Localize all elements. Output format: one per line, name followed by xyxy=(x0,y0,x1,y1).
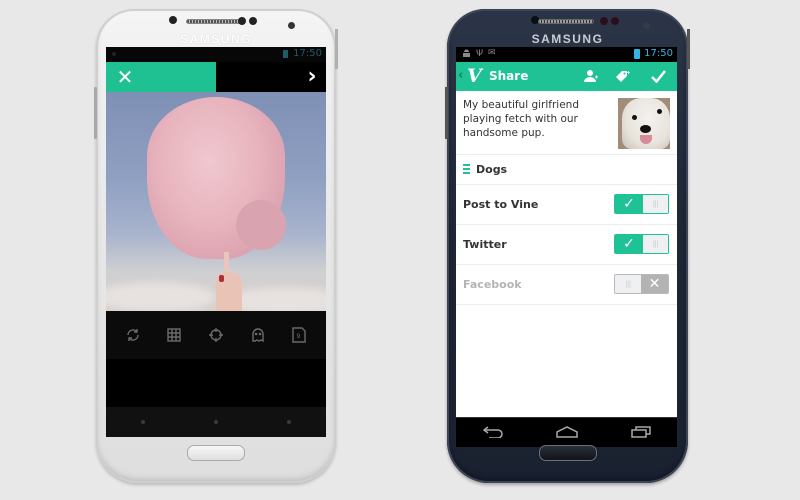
camera-screen: 17:50 ✕ › 9 xyxy=(106,47,326,437)
brand-logo: SAMSUNG xyxy=(180,32,252,46)
nav-bar xyxy=(456,417,677,447)
notification-dot xyxy=(112,52,116,56)
channel-selector[interactable]: Dogs xyxy=(456,155,677,185)
share-option-facebook: Facebook ||| ✕ xyxy=(456,265,677,305)
volume-button xyxy=(445,87,448,139)
option-label: Facebook xyxy=(463,278,522,291)
nav-dot-recent[interactable] xyxy=(287,420,292,424)
volume-button xyxy=(94,87,97,139)
caption-input[interactable]: My beautiful girlfriend playing fetch wi… xyxy=(463,98,603,140)
toggle-knob[interactable]: ||| xyxy=(643,235,668,253)
status-bar: 17:50 xyxy=(106,47,326,62)
nav-dot-home[interactable] xyxy=(213,420,218,424)
capture-bar: ✕ › xyxy=(106,62,326,92)
cloud xyxy=(106,282,216,311)
check-icon[interactable] xyxy=(649,67,667,85)
light-sensor xyxy=(238,17,246,25)
page-title: Share xyxy=(489,69,529,83)
camera-viewfinder[interactable] xyxy=(106,92,326,311)
nav-bar xyxy=(106,407,326,437)
android-debug-icon xyxy=(462,49,471,62)
light-sensor-2 xyxy=(249,17,257,25)
battery-icon xyxy=(283,50,288,58)
drafts-count: 9 xyxy=(297,333,301,340)
cotton-candy-puff xyxy=(236,200,286,250)
channel-icon xyxy=(463,164,470,176)
brand-logo: SAMSUNG xyxy=(531,32,604,46)
check-icon: ✓ xyxy=(615,195,643,213)
status-time: 17:50 xyxy=(644,48,673,59)
earpiece-speaker xyxy=(186,19,242,24)
dog-nose xyxy=(640,125,651,133)
toggle-knob[interactable]: ||| xyxy=(615,275,641,293)
dog-eye xyxy=(632,115,637,120)
back-icon[interactable] xyxy=(482,423,503,442)
dog-eye xyxy=(657,109,662,114)
earpiece-speaker xyxy=(537,19,594,24)
share-screen: Ψ ✉ 17:50 ‹ V Share My beautiful girlfri… xyxy=(456,47,677,447)
channel-label: Dogs xyxy=(476,163,508,176)
battery-icon xyxy=(634,49,640,59)
video-thumbnail xyxy=(618,98,670,149)
close-icon: ✕ xyxy=(641,275,668,293)
phone-white: SAMSUNG 17:50 ✕ › 9 xyxy=(94,9,338,483)
twitter-toggle[interactable]: ✓ ||| xyxy=(614,234,669,254)
option-label: Twitter xyxy=(463,238,507,251)
light-sensor-2 xyxy=(611,17,619,25)
back-arrow-icon[interactable]: ‹ xyxy=(458,68,463,83)
tag-icon[interactable] xyxy=(614,67,632,85)
post-to-vine-toggle[interactable]: ✓ ||| xyxy=(614,194,669,214)
fingernail xyxy=(219,275,224,282)
share-option-post-to-vine: Post to Vine ✓ ||| xyxy=(456,185,677,225)
close-icon[interactable]: ✕ xyxy=(115,67,135,87)
front-camera xyxy=(643,22,650,29)
phone-black: SAMSUNG Ψ ✉ 17:50 ‹ V Share My beautiful… xyxy=(445,9,690,483)
option-label: Post to Vine xyxy=(463,198,539,211)
focus-icon[interactable] xyxy=(206,325,226,345)
recent-apps-icon[interactable] xyxy=(630,423,651,442)
mail-icon: ✉ xyxy=(488,48,496,58)
stage: SAMSUNG 17:50 ✕ › 9 SAMSUNG Ψ ✉ 17:50 ‹ … xyxy=(0,0,800,500)
facebook-toggle[interactable]: ||| ✕ xyxy=(614,274,669,294)
vine-logo-icon[interactable]: V xyxy=(467,65,482,87)
front-camera xyxy=(288,22,295,29)
home-icon[interactable] xyxy=(555,423,578,442)
switch-camera-icon[interactable] xyxy=(123,325,143,345)
grid-icon[interactable] xyxy=(164,325,184,345)
nav-dot-back[interactable] xyxy=(140,420,145,424)
add-person-icon[interactable] xyxy=(582,67,600,85)
toggle-knob[interactable]: ||| xyxy=(643,195,668,213)
drafts-icon[interactable]: 9 xyxy=(289,325,309,345)
chevron-right-icon[interactable]: › xyxy=(304,66,320,88)
home-button[interactable] xyxy=(187,445,245,461)
proximity-sensor xyxy=(169,16,177,24)
check-icon: ✓ xyxy=(615,235,643,253)
share-option-twitter: Twitter ✓ ||| xyxy=(456,225,677,265)
ghost-icon[interactable] xyxy=(248,325,268,345)
home-button[interactable] xyxy=(538,445,597,461)
status-time: 17:50 xyxy=(293,48,322,59)
light-sensor xyxy=(600,17,608,25)
camera-tools: 9 xyxy=(106,311,326,359)
empty-area xyxy=(106,359,326,407)
status-bar: Ψ ✉ 17:50 xyxy=(456,47,677,62)
usb-icon: Ψ xyxy=(476,49,484,59)
app-bar: ‹ V Share xyxy=(456,62,677,91)
post-preview: My beautiful girlfriend playing fetch wi… xyxy=(456,91,677,155)
